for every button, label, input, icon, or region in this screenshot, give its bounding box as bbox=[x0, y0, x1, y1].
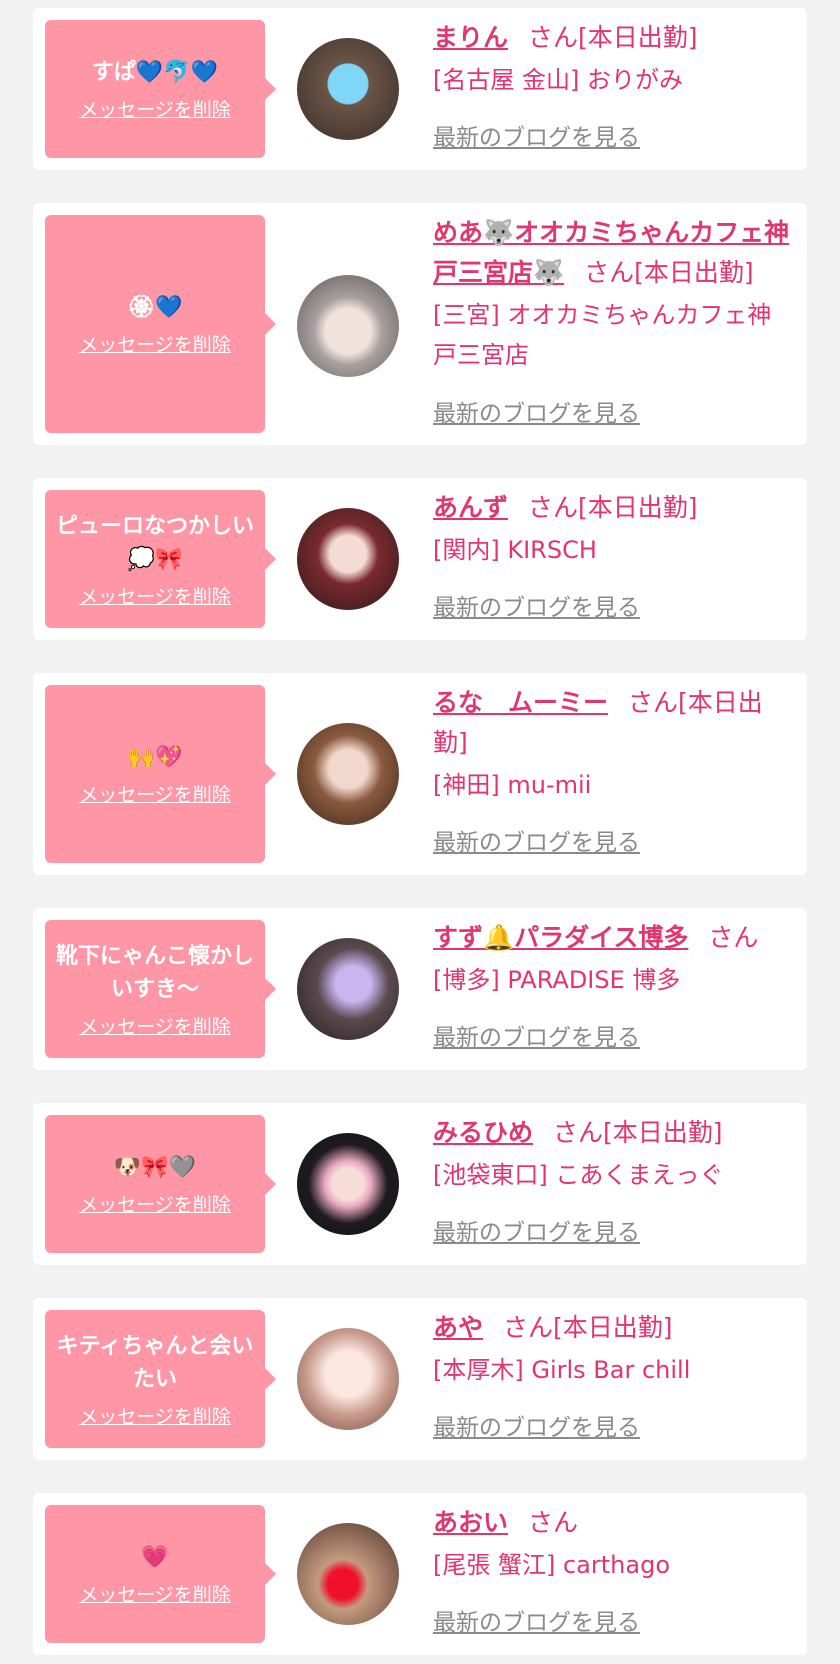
latest-blog-link[interactable]: 最新のブログを見る bbox=[433, 121, 640, 155]
cast-name-link[interactable]: るな ムーミー bbox=[433, 688, 608, 717]
cast-name-link[interactable]: すず🔔パラダイス博多 bbox=[433, 923, 688, 952]
delete-message-link[interactable]: メッセージを削除 bbox=[79, 1580, 231, 1607]
message-card: 💗 メッセージを削除 あおい さん [尾張 蟹江] carthago 最新のブログ… bbox=[33, 1493, 807, 1655]
message-bubble: 🏵💙 メッセージを削除 bbox=[45, 215, 276, 433]
cast-name-link[interactable]: みるひめ bbox=[433, 1118, 533, 1147]
message-text: 🏵💙 bbox=[127, 295, 183, 320]
message-text: 🙌💖 bbox=[127, 745, 183, 770]
delete-message-link[interactable]: メッセージを削除 bbox=[79, 1012, 231, 1039]
message-bubble: 💗 メッセージを削除 bbox=[45, 1505, 276, 1643]
shop-name: [博多] PARADISE 博多 bbox=[433, 966, 681, 994]
delete-message-link[interactable]: メッセージを削除 bbox=[79, 582, 231, 609]
avatar[interactable] bbox=[297, 1328, 399, 1430]
delete-message-link[interactable]: メッセージを削除 bbox=[79, 330, 231, 357]
message-bubble: 🙌💖 メッセージを削除 bbox=[45, 685, 276, 863]
message-card: 🙌💖 メッセージを削除 るな ムーミー さん[本日出勤] [神田] mu-mii … bbox=[33, 673, 807, 875]
shop-name: [尾張 蟹江] carthago bbox=[433, 1551, 670, 1579]
cast-name-link[interactable]: あおい bbox=[433, 1508, 508, 1537]
avatar[interactable] bbox=[297, 1133, 399, 1235]
cast-status: さん bbox=[708, 923, 759, 952]
message-bubble: キティちゃんと会いたい メッセージを削除 bbox=[45, 1310, 276, 1448]
message-text: 💗 bbox=[141, 1545, 169, 1570]
cast-name-link[interactable]: あんず bbox=[433, 493, 508, 522]
avatar[interactable] bbox=[297, 38, 399, 140]
latest-blog-link[interactable]: 最新のブログを見る bbox=[433, 1606, 640, 1640]
avatar[interactable] bbox=[297, 1523, 399, 1625]
shop-name: [三宮] オオカミちゃんカフェ神戸三宮店 bbox=[433, 301, 772, 369]
avatar[interactable] bbox=[297, 275, 399, 377]
latest-blog-link[interactable]: 最新のブログを見る bbox=[433, 397, 640, 431]
shop-name: [神田] mu-mii bbox=[433, 771, 592, 799]
avatar[interactable] bbox=[297, 723, 399, 825]
cast-status: さん[本日出勤] bbox=[553, 1118, 723, 1147]
message-list: すぱ💙🐬💙 メッセージを削除 まりん さん[本日出勤] [名古屋 金山] おりがみ… bbox=[0, 0, 840, 1664]
message-bubble: すぱ💙🐬💙 メッセージを削除 bbox=[45, 20, 276, 158]
message-card: 靴下にゃんこ懐かしいすき〜 メッセージを削除 すず🔔パラダイス博多 さん [博多]… bbox=[33, 908, 807, 1070]
message-card: すぱ💙🐬💙 メッセージを削除 まりん さん[本日出勤] [名古屋 金山] おりがみ… bbox=[33, 8, 807, 170]
message-bubble: 🐶🎀🩶 メッセージを削除 bbox=[45, 1115, 276, 1253]
cast-name-link[interactable]: あや bbox=[433, 1313, 483, 1342]
message-card: 🐶🎀🩶 メッセージを削除 みるひめ さん[本日出勤] [池袋東口] こあくまえっぐ… bbox=[33, 1103, 807, 1265]
shop-name: [関内] KIRSCH bbox=[433, 536, 597, 564]
message-bubble: 靴下にゃんこ懐かしいすき〜 メッセージを削除 bbox=[45, 920, 276, 1058]
message-card: キティちゃんと会いたい メッセージを削除 あや さん[本日出勤] [本厚木] Gi… bbox=[33, 1298, 807, 1460]
cast-status: さん[本日出勤] bbox=[528, 493, 698, 522]
message-card: 🏵💙 メッセージを削除 めあ🐺オオカミちゃんカフェ神戸三宮店🐺 さん[本日出勤] … bbox=[33, 203, 807, 445]
delete-message-link[interactable]: メッセージを削除 bbox=[79, 1190, 231, 1217]
cast-name-link[interactable]: まりん bbox=[433, 23, 508, 52]
latest-blog-link[interactable]: 最新のブログを見る bbox=[433, 1216, 640, 1250]
message-text: ピューロなつかしい💭🎀 bbox=[55, 513, 254, 572]
delete-message-link[interactable]: メッセージを削除 bbox=[79, 95, 231, 122]
message-text: キティちゃんと会いたい bbox=[56, 1333, 254, 1392]
latest-blog-link[interactable]: 最新のブログを見る bbox=[433, 1021, 640, 1055]
cast-status: さん[本日出勤] bbox=[584, 258, 754, 287]
cast-status: さん[本日出勤] bbox=[528, 23, 698, 52]
shop-name: [名古屋 金山] おりがみ bbox=[433, 66, 683, 94]
latest-blog-link[interactable]: 最新のブログを見る bbox=[433, 1411, 640, 1445]
shop-name: [池袋東口] こあくまえっぐ bbox=[433, 1161, 724, 1189]
message-card: ピューロなつかしい💭🎀 メッセージを削除 あんず さん[本日出勤] [関内] KI… bbox=[33, 478, 807, 640]
delete-message-link[interactable]: メッセージを削除 bbox=[79, 1402, 231, 1429]
latest-blog-link[interactable]: 最新のブログを見る bbox=[433, 826, 640, 860]
avatar[interactable] bbox=[297, 938, 399, 1040]
cast-status: さん bbox=[528, 1508, 579, 1537]
message-bubble: ピューロなつかしい💭🎀 メッセージを削除 bbox=[45, 490, 276, 628]
shop-name: [本厚木] Girls Bar chill bbox=[433, 1356, 691, 1384]
message-text: すぱ💙🐬💙 bbox=[91, 60, 219, 85]
message-text: 靴下にゃんこ懐かしいすき〜 bbox=[55, 943, 254, 1002]
message-text: 🐶🎀🩶 bbox=[113, 1155, 197, 1180]
delete-message-link[interactable]: メッセージを削除 bbox=[79, 780, 231, 807]
avatar[interactable] bbox=[297, 508, 399, 610]
latest-blog-link[interactable]: 最新のブログを見る bbox=[433, 591, 640, 625]
cast-status: さん[本日出勤] bbox=[503, 1313, 673, 1342]
